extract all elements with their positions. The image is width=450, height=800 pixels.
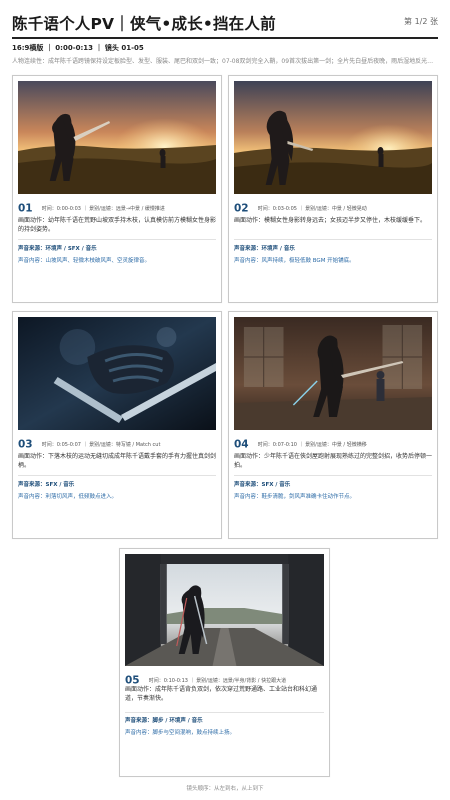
shot-info: 时间：0:03-0:05 ｜ 景别/运镜：中景 / 轻微晃动 xyxy=(257,206,367,212)
sound-source: 声音来源：环境声 / SFX / 音乐 xyxy=(18,246,97,252)
storyboard-meta: 16:9横版 ｜ 0:00-0:13 ｜ 镜头 01-05 xyxy=(12,44,144,52)
sound-content: 声音内容：鞋步清脆，剑风声准确卡住动作节点。 xyxy=(234,494,356,500)
shot-card-01[interactable]: 01 时间：0:00-0:03 ｜ 景别/运镜：远景→中景 / 缓慢推进 画面动… xyxy=(12,75,222,303)
card-divider xyxy=(125,712,324,713)
sound-source: 声音来源：SFX / 音乐 xyxy=(18,482,75,488)
shot-number: 04 xyxy=(234,438,249,451)
sound-content: 声音内容：利落切风声，低频鼓点进入。 xyxy=(18,494,118,500)
card-divider xyxy=(234,239,432,240)
card-divider xyxy=(18,475,216,476)
shot-action: 画面动作：模糊女性身影转身远去；女孩迈半步又停住，木枝缓缓垂下。 xyxy=(234,217,427,224)
shot-image-04 xyxy=(234,317,432,430)
continuity-note: 人物连续性：成年陈千语跨镜保持设定板脸型、发型、服装、尾巴和双剑一致；07-08… xyxy=(12,58,438,65)
page-header: 陈千语个人PV｜侠气•成长•挡在人前 第 1/2 张 xyxy=(12,10,438,36)
sound-source: 声音来源：脚步 / 环境声 / 音乐 xyxy=(125,718,203,724)
sound-content: 声音内容：脚步与空间混响，鼓点持续上扬。 xyxy=(125,730,236,736)
page-footer: 镜头顺序：从左到右，从上到下 xyxy=(186,786,264,792)
shot-info: 时间：0:07-0:10 ｜ 景别/运镜：中景 / 轻微横移 xyxy=(257,442,367,448)
card-divider xyxy=(234,475,432,476)
sound-content: 声音内容：风声持续，极轻低鼓 BGM 开始铺底。 xyxy=(234,258,355,264)
shot-card-02[interactable]: 02 时间：0:03-0:05 ｜ 景别/运镜：中景 / 轻微晃动 画面动作：模… xyxy=(228,75,438,303)
shot-action: 画面动作：幼年陈千语在荒野山坡双手持木枝，认真模仿前方模糊女性身影的持剑姿势。 xyxy=(18,217,217,234)
shot-image-02 xyxy=(234,81,432,194)
shot-action: 画面动作：成年陈千语背负双剑，依次穿过荒野通路、工业站台和科幻通道，节奏渐快。 xyxy=(125,686,318,703)
shot-info: 时间：0:00-0:03 ｜ 景别/运镜：远景→中景 / 缓慢推进 xyxy=(41,206,165,212)
card-divider xyxy=(18,239,216,240)
shot-image-03 xyxy=(18,317,216,430)
shot-action: 画面动作：下落木枝的运动无缝切成成年陈千语戴手套的手有力握住真剑剑柄。 xyxy=(18,453,217,470)
page-indicator: 第 1/2 张 xyxy=(404,17,438,26)
shot-card-05[interactable]: 05 时间：0:10-0:13 ｜ 景别/运镜：远景/半身/背影 / 快拉跟大道… xyxy=(119,548,330,777)
shot-action: 画面动作：少年陈千语在俠剑屋跑射展现熟练过的完整剑招，收势后停顿一拍。 xyxy=(234,453,433,470)
page-title: 陈千语个人PV｜侠气•成长•挡在人前 xyxy=(12,15,276,33)
sound-source: 声音来源：SFX / 音乐 xyxy=(234,482,291,488)
shot-card-04[interactable]: 04 时间：0:07-0:10 ｜ 景别/运镜：中景 / 轻微横移 画面动作：少… xyxy=(228,311,438,539)
header-divider xyxy=(12,37,438,39)
shot-image-01 xyxy=(18,81,216,194)
shot-number: 03 xyxy=(18,438,33,451)
shot-number: 02 xyxy=(234,202,249,215)
shot-card-03[interactable]: 03 时间：0:05-0:07 ｜ 景别/运镜：特写镜 / Match cut … xyxy=(12,311,222,539)
shot-number: 01 xyxy=(18,202,33,215)
sound-source: 声音来源：环境声 / 音乐 xyxy=(234,246,295,252)
shot-info: 时间：0:05-0:07 ｜ 景别/运镜：特写镜 / Match cut xyxy=(41,442,161,448)
sound-content: 声音内容：山坡风声、轻微木枝破风声、空灵旋律音。 xyxy=(18,258,151,264)
shot-image-05 xyxy=(125,554,324,666)
shot-info: 时间：0:10-0:13 ｜ 景别/运镜：远景/半身/背影 / 快拉跟大道 xyxy=(148,678,287,684)
